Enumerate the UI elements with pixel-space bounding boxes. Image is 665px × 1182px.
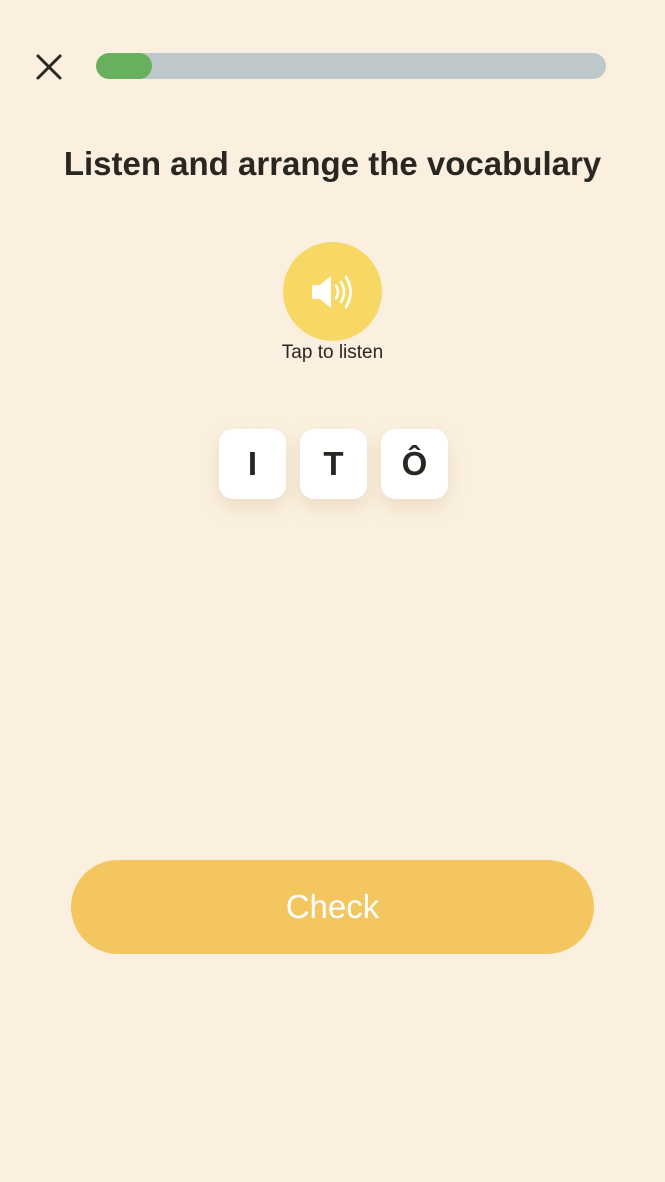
progress-bar bbox=[96, 53, 606, 79]
letter-tile[interactable]: Ô bbox=[381, 429, 448, 499]
letter-tile[interactable]: I bbox=[219, 429, 286, 499]
check-button[interactable]: Check bbox=[71, 860, 594, 954]
letter-tiles: I T Ô bbox=[219, 429, 448, 499]
close-icon bbox=[36, 54, 62, 80]
progress-fill bbox=[96, 53, 153, 79]
tap-to-listen-label: Tap to listen bbox=[281, 342, 384, 363]
play-audio-button[interactable] bbox=[283, 242, 382, 341]
speaker-icon bbox=[311, 275, 352, 308]
letter-tile[interactable]: T bbox=[300, 429, 367, 499]
exercise-title: Listen and arrange the vocabulary bbox=[63, 145, 602, 182]
close-button[interactable] bbox=[30, 48, 68, 86]
